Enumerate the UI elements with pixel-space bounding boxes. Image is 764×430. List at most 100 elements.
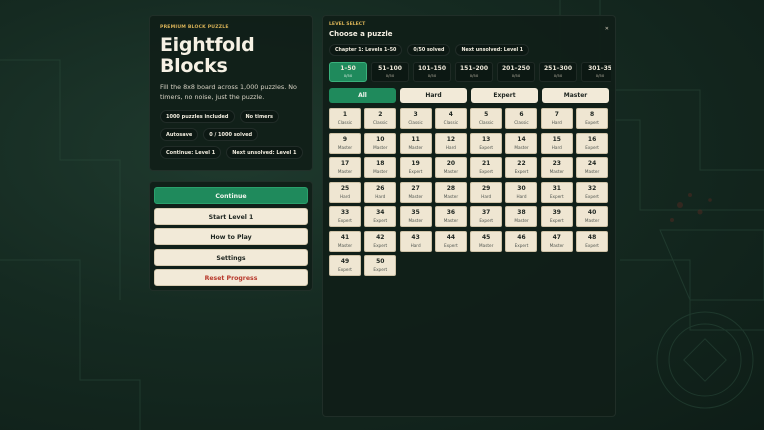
level-tile[interactable]: 42 Expert <box>364 230 397 252</box>
chip-continue-level: Continue: Level 1 <box>160 146 222 159</box>
level-tile[interactable]: 23 Master <box>540 157 573 178</box>
range-tab[interactable]: 51–100 0/50 <box>371 62 409 82</box>
level-number: 10 <box>376 135 385 143</box>
level-number: 9 <box>342 135 348 143</box>
level-tile[interactable]: 13 Expert <box>470 132 503 154</box>
range-tab[interactable]: 151–200 0/50 <box>455 62 493 82</box>
level-tile[interactable]: 3 Classic <box>399 108 432 129</box>
level-grid: 1 Classic 2 Classic 3 Classic 4 Classic 5 Classic… <box>329 108 609 276</box>
level-tile[interactable]: 28 Master <box>434 181 467 203</box>
level-tile[interactable]: 16 Expert <box>576 132 609 154</box>
level-difficulty: Expert <box>479 144 494 150</box>
range-tab[interactable]: 301–35 0/50 <box>581 62 611 82</box>
level-difficulty: Master <box>514 218 529 223</box>
level-tile[interactable]: 37 Expert <box>470 206 503 227</box>
level-tile[interactable]: 21 Expert <box>470 157 503 178</box>
start-level-button[interactable]: Start Level 1 <box>154 207 308 225</box>
level-tile[interactable]: 10 Master <box>364 132 397 154</box>
level-difficulty: Master <box>337 144 353 150</box>
level-tile[interactable]: 17 Master <box>329 157 361 178</box>
level-tile[interactable]: 31 Expert <box>540 181 573 203</box>
level-tile[interactable]: 15 Hard <box>540 132 573 154</box>
level-tile[interactable]: 38 Master <box>505 206 538 227</box>
level-number: 34 <box>376 209 385 216</box>
level-tile[interactable]: 24 Master <box>576 157 609 178</box>
level-difficulty: Master <box>443 218 459 223</box>
level-number: 22 <box>517 160 526 167</box>
level-difficulty: Master <box>584 218 600 223</box>
level-tile[interactable]: 35 Master <box>399 206 432 227</box>
level-tile[interactable]: 50 Expert <box>364 255 397 276</box>
level-tile[interactable]: 4 Classic <box>434 108 467 129</box>
chip-no-timers: No timers <box>239 110 280 123</box>
how-to-play-button[interactable]: How to Play <box>154 228 308 245</box>
level-tile[interactable]: 6 Classic <box>505 108 538 129</box>
level-tile[interactable]: 5 Classic <box>470 108 503 129</box>
level-tile[interactable]: 14 Master <box>505 132 538 154</box>
level-tile[interactable]: 46 Expert <box>505 230 538 252</box>
level-tile[interactable]: 39 Expert <box>540 206 573 227</box>
reset-progress-button[interactable]: Reset Progress <box>154 269 308 286</box>
main-menu: Continue Start Level 1 How to Play Setti… <box>149 181 313 291</box>
level-number: 2 <box>378 111 383 118</box>
level-tile[interactable]: 18 Master <box>364 157 397 178</box>
level-number: 7 <box>554 111 559 118</box>
level-tile[interactable]: 36 Master <box>434 206 467 227</box>
range-tab[interactable]: 251–300 0/50 <box>539 62 577 82</box>
level-difficulty: Master <box>373 169 388 174</box>
level-tile[interactable]: 20 Master <box>434 157 467 178</box>
range-tab[interactable]: 101–150 0/50 <box>413 62 451 82</box>
level-difficulty: Expert <box>373 242 388 248</box>
range-tabs: 1–50 0/50 51–100 0/50 101–150 0/50 151–200 0/50… <box>329 62 611 82</box>
level-tile[interactable]: 45 Master <box>470 230 503 252</box>
level-difficulty: Classic <box>337 120 353 125</box>
level-tile[interactable]: 43 Hard <box>399 230 432 252</box>
filter-button[interactable]: Expert <box>471 88 538 103</box>
range-tab[interactable]: 201–250 0/50 <box>497 62 535 82</box>
level-tile[interactable]: 8 Expert <box>576 108 609 129</box>
level-difficulty: Master <box>443 169 459 174</box>
level-tile[interactable]: 41 Master <box>329 230 361 252</box>
level-difficulty: Classic <box>443 120 459 125</box>
filter-button[interactable]: All <box>329 88 396 103</box>
level-tile[interactable]: 19 Expert <box>399 157 432 178</box>
level-difficulty: Master <box>337 169 353 174</box>
level-number: 41 <box>340 233 350 241</box>
level-tile[interactable]: 12 Hard <box>434 132 467 154</box>
level-tile[interactable]: 32 Expert <box>576 181 609 203</box>
level-number: 21 <box>482 160 491 167</box>
range-tab[interactable]: 1–50 0/50 <box>329 62 367 82</box>
level-tile[interactable]: 27 Master <box>399 181 432 203</box>
level-tile[interactable]: 44 Expert <box>434 230 467 252</box>
level-difficulty: Master <box>549 169 564 174</box>
level-tile[interactable]: 9 Master <box>329 132 361 154</box>
level-tile[interactable]: 2 Classic <box>364 108 397 129</box>
intro-panel: PREMIUM BLOCK PUZZLE Eightfold Blocks Fi… <box>149 15 313 171</box>
level-tile[interactable]: 1 Classic <box>329 108 361 129</box>
level-number: 1 <box>342 111 348 118</box>
level-tile[interactable]: 26 Hard <box>364 181 397 203</box>
level-tile[interactable]: 22 Expert <box>505 157 538 178</box>
level-number: 50 <box>376 258 385 265</box>
level-tile[interactable]: 48 Expert <box>576 230 609 252</box>
close-icon[interactable]: ✕ <box>605 26 609 32</box>
level-tile[interactable]: 25 Hard <box>329 181 361 203</box>
level-tile[interactable]: 34 Expert <box>364 206 397 227</box>
level-difficulty: Expert <box>514 242 529 248</box>
level-tile[interactable]: 30 Hard <box>505 181 538 203</box>
settings-button[interactable]: Settings <box>154 248 308 266</box>
level-tile[interactable]: 11 Master <box>399 132 432 154</box>
level-tile[interactable]: 29 Hard <box>470 181 503 203</box>
filter-button[interactable]: Master <box>542 88 609 103</box>
level-tile[interactable]: 49 Expert <box>329 255 361 276</box>
level-number: 26 <box>376 184 385 192</box>
level-tile[interactable]: 33 Expert <box>329 206 361 227</box>
level-tile[interactable]: 47 Master <box>540 230 573 252</box>
continue-button[interactable]: Continue <box>154 187 308 204</box>
level-tile[interactable]: 7 Hard <box>540 108 573 129</box>
range-label: 201–250 <box>501 65 531 72</box>
level-tile[interactable]: 40 Master <box>576 206 609 227</box>
level-difficulty: Classic <box>478 120 494 125</box>
filter-button[interactable]: Hard <box>400 88 467 103</box>
level-difficulty: Expert <box>373 218 388 223</box>
